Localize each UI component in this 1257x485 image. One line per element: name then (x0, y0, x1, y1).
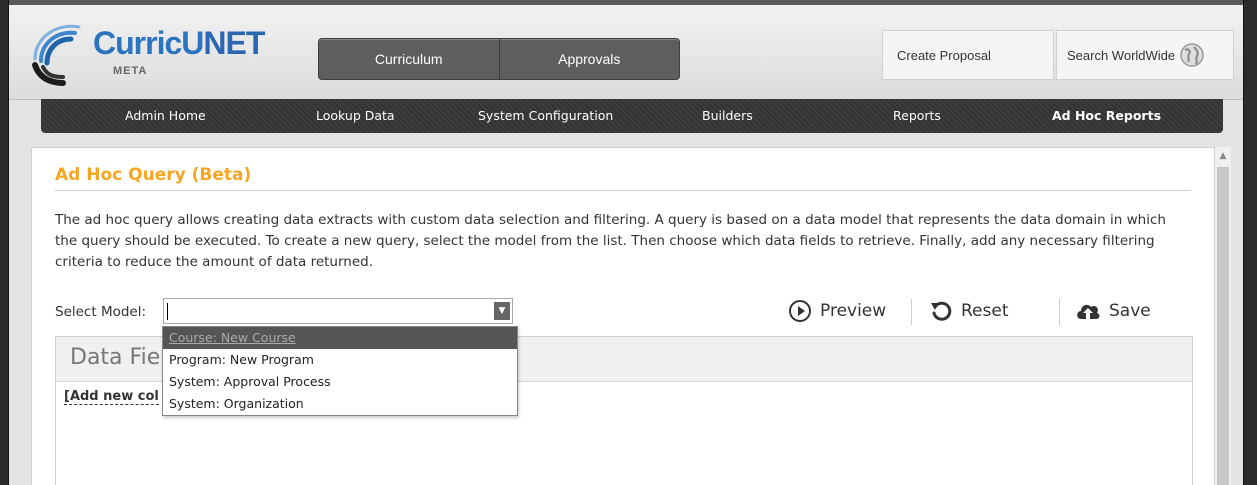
save-label: Save (1109, 301, 1151, 321)
add-new-column-link[interactable]: [Add new col (64, 389, 159, 405)
cloud-upload-icon (1077, 304, 1100, 319)
preview-button[interactable]: Preview (788, 297, 886, 325)
logo-swirl-icon (32, 24, 81, 86)
admin-nav-reports[interactable]: Reports (893, 99, 941, 133)
page-title: Ad Hoc Query (Beta) (55, 165, 252, 185)
admin-nav-admin-home[interactable]: Admin Home (125, 99, 206, 133)
dropdown-option[interactable]: Course: New Course (163, 327, 517, 349)
vertical-scrollbar[interactable]: ▲ (1215, 147, 1231, 485)
search-worldwide-button[interactable]: Search WorldWide (1056, 30, 1234, 80)
admin-nav: Admin Home Lookup Data System Configurat… (41, 99, 1223, 133)
reset-button[interactable]: Reset (929, 297, 1009, 325)
play-circle-icon (789, 300, 811, 322)
tab-curriculum[interactable]: Curriculum (319, 39, 499, 79)
model-dropdown-list: Course: New Course Program: New Program … (162, 326, 518, 416)
brand-subtitle: META (113, 65, 148, 77)
scroll-up-icon[interactable]: ▲ (1215, 147, 1231, 165)
brand-name-part1: CurricU (93, 25, 204, 61)
content-panel: Ad Hoc Query (Beta) The ad hoc query all… (31, 147, 1215, 485)
create-proposal-button[interactable]: Create Proposal (882, 30, 1054, 80)
dropdown-option[interactable]: System: Organization (163, 393, 517, 415)
action-separator (911, 299, 912, 325)
admin-nav-lookup-data[interactable]: Lookup Data (316, 99, 395, 133)
action-separator (1059, 299, 1060, 325)
dropdown-arrow-icon[interactable]: ▼ (494, 302, 510, 320)
data-fields-title: Data Fie (70, 345, 161, 370)
reset-label: Reset (961, 301, 1009, 321)
page-description: The ad hoc query allows creating data ex… (55, 212, 1166, 270)
save-button[interactable]: Save (1075, 297, 1151, 325)
app-frame: CurricUNET META Curriculum Approvals Cre… (8, 0, 1244, 485)
create-proposal-label: Create Proposal (897, 47, 991, 63)
select-model-label: Select Model: (55, 304, 147, 320)
globe-icon (1180, 43, 1204, 67)
admin-nav-ad-hoc-reports[interactable]: Ad Hoc Reports (1052, 99, 1161, 133)
tab-approvals[interactable]: Approvals (498, 39, 680, 79)
preview-label: Preview (820, 301, 887, 321)
brand-name: CurricUNET (93, 25, 265, 62)
admin-nav-builders[interactable]: Builders (702, 99, 753, 133)
brand-logo[interactable]: CurricUNET META (27, 19, 287, 93)
reset-icon (931, 301, 952, 321)
scroll-thumb[interactable] (1217, 167, 1229, 485)
dropdown-option[interactable]: System: Approval Process (163, 371, 517, 393)
title-divider (55, 190, 1191, 191)
brand-name-part2: NET (203, 25, 265, 61)
dropdown-option[interactable]: Program: New Program (163, 349, 517, 371)
admin-nav-system-configuration[interactable]: System Configuration (478, 99, 613, 133)
header: CurricUNET META Curriculum Approvals Cre… (9, 5, 1243, 100)
text-caret (167, 303, 168, 320)
model-select-input[interactable]: ▼ (163, 298, 513, 324)
search-worldwide-label: Search WorldWide (1067, 47, 1176, 63)
main-nav: Curriculum Approvals (318, 38, 680, 80)
